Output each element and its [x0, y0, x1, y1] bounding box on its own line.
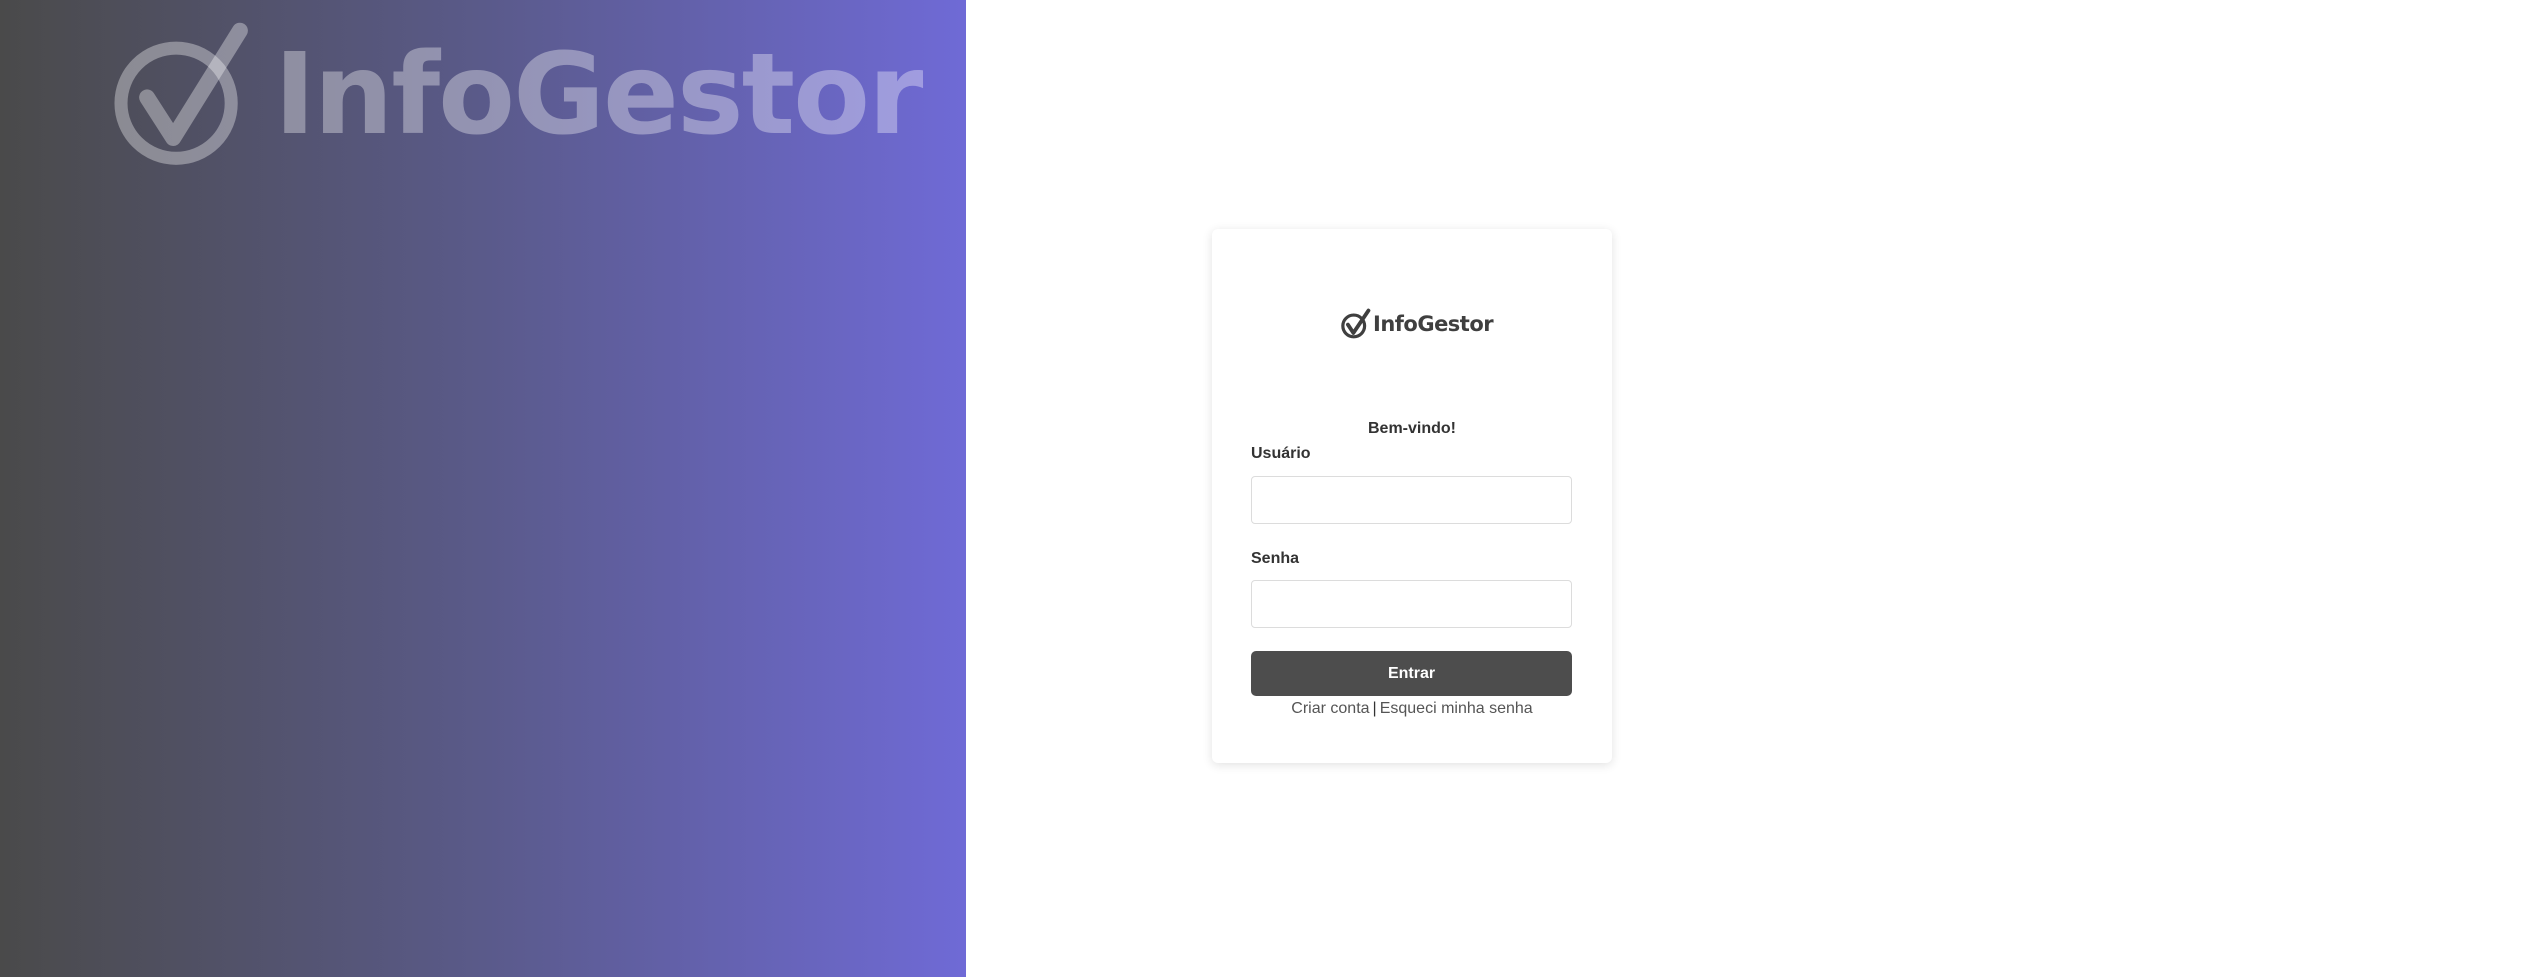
- card-brand-name: InfoGestor: [1373, 312, 1494, 336]
- password-input[interactable]: [1251, 580, 1572, 628]
- login-button[interactable]: Entrar: [1251, 651, 1572, 696]
- hero-logo: InfoGestor: [104, 22, 923, 167]
- brand-panel: InfoGestor: [0, 0, 966, 977]
- hero-brand-name: InfoGestor: [274, 29, 923, 160]
- forgot-password-link[interactable]: Esqueci minha senha: [1380, 700, 1533, 717]
- create-account-link[interactable]: Criar conta: [1291, 700, 1369, 717]
- username-label: Usuário: [1251, 445, 1311, 462]
- card-logo: InfoGestor: [1339, 308, 1494, 340]
- links-separator: |: [1372, 700, 1377, 717]
- check-circle-icon: [114, 22, 248, 165]
- username-input[interactable]: [1251, 476, 1572, 524]
- check-circle-icon: [1341, 308, 1371, 339]
- password-label: Senha: [1251, 550, 1300, 567]
- auth-links: Criar conta | Esqueci minha senha: [1212, 700, 1612, 718]
- welcome-heading: Bem-vindo!: [1368, 420, 1456, 437]
